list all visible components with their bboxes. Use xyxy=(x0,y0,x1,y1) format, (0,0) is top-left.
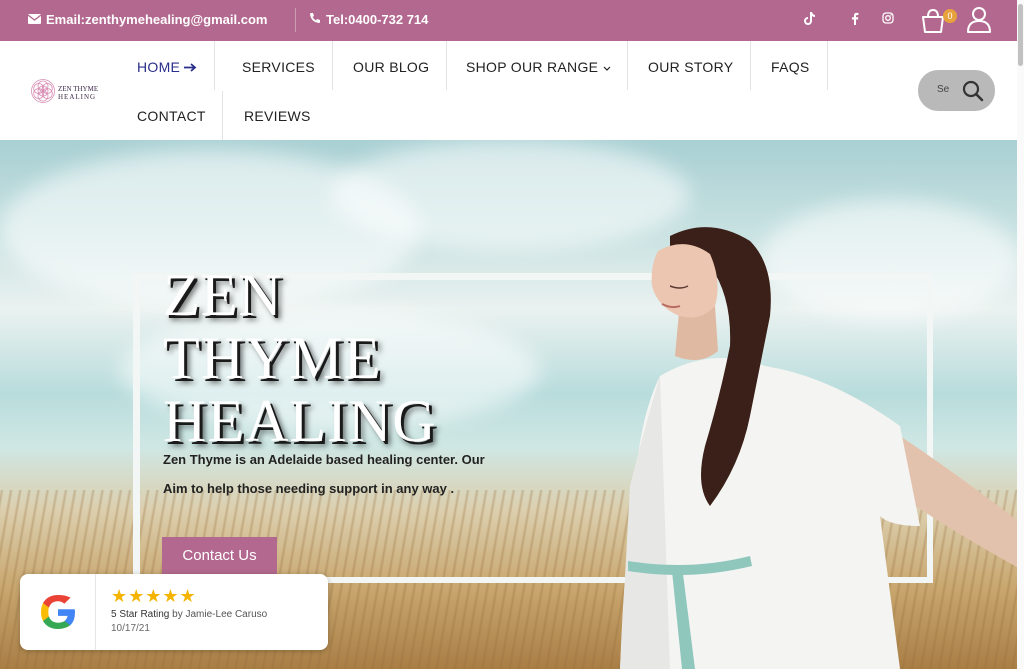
google-g-icon xyxy=(38,592,78,637)
email-link[interactable]: Email:zenthymehealing@gmail.com xyxy=(27,12,268,27)
nav-divider xyxy=(222,91,223,140)
rating-text: 5 Star Rating xyxy=(111,609,170,620)
nav-item-services[interactable]: SERVICES xyxy=(242,59,315,75)
facebook-icon[interactable] xyxy=(851,12,859,28)
google-logo-column xyxy=(20,574,96,650)
hero-description: Zen Thyme is an Adelaide based healing c… xyxy=(163,452,485,496)
logo-text: ZEN THYME HEALING xyxy=(58,85,99,101)
nav-item-shop-our-range[interactable]: SHOP OUR RANGE xyxy=(466,59,611,75)
search-input[interactable]: Se xyxy=(937,84,949,95)
tiktok-icon[interactable] xyxy=(804,12,816,28)
nav-divider xyxy=(627,41,628,90)
nav-divider xyxy=(827,41,828,90)
nav-item-faqs[interactable]: FAQS xyxy=(771,59,810,75)
user-account-icon[interactable] xyxy=(966,6,992,34)
woman-photo xyxy=(620,227,1024,669)
nav-item-our-story[interactable]: OUR STORY xyxy=(648,59,733,75)
review-rating-line: 5 Star Rating by Jamie-Lee Caruso xyxy=(111,609,267,620)
nav-item-reviews[interactable]: REVIEWS xyxy=(244,108,311,124)
chevron-down-icon xyxy=(603,59,611,75)
arrow-right-icon xyxy=(184,59,197,75)
site-header: ZEN THYME HEALING HOME SERVICES OUR BLOG… xyxy=(0,41,1024,140)
flower-of-life-icon xyxy=(30,78,56,109)
phone-icon xyxy=(309,12,321,27)
google-review-widget[interactable]: ★★★★★ 5 Star Rating by Jamie-Lee Caruso … xyxy=(20,574,328,650)
nav-item-home[interactable]: HOME xyxy=(137,59,197,75)
search-box[interactable]: Se xyxy=(918,70,995,111)
contact-us-button[interactable]: Contact Us xyxy=(162,537,277,574)
scrollbar-track[interactable] xyxy=(1017,0,1024,669)
instagram-icon[interactable] xyxy=(882,12,894,27)
cart-count-badge: 0 xyxy=(943,9,957,23)
nav-divider xyxy=(214,41,215,90)
nav-divider xyxy=(750,41,751,90)
phone-link[interactable]: Tel:0400-732 714 xyxy=(309,12,428,27)
nav-item-our-blog[interactable]: OUR BLOG xyxy=(353,59,429,75)
topbar-divider xyxy=(295,8,296,32)
phone-text: Tel:0400-732 714 xyxy=(326,12,429,27)
site-logo[interactable]: ZEN THYME HEALING xyxy=(30,78,110,109)
nav-item-contact[interactable]: CONTACT xyxy=(137,108,206,124)
top-contact-bar: Email:zenthymehealing@gmail.com Tel:0400… xyxy=(0,0,1024,41)
nav-divider xyxy=(332,41,333,90)
envelope-icon xyxy=(27,12,42,27)
nav-divider xyxy=(446,41,447,90)
reviewer-text: by Jamie-Lee Caruso xyxy=(172,609,268,620)
shopping-bag-icon[interactable] xyxy=(920,8,946,34)
scrollbar-thumb[interactable] xyxy=(1018,4,1023,66)
review-date: 10/17/21 xyxy=(111,623,150,634)
email-text: Email:zenthymehealing@gmail.com xyxy=(46,12,268,27)
hero-title: ZEN THYME HEALING xyxy=(163,262,437,454)
five-star-rating: ★★★★★ xyxy=(111,586,197,606)
